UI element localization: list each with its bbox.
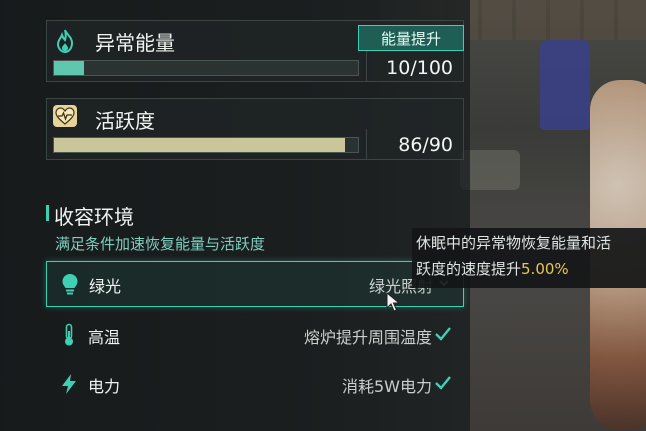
lightning-icon [58, 373, 80, 395]
containment-description: 满足条件加速恢复能量与活跃度 [55, 235, 266, 253]
condition-row-power[interactable]: 电力 消耗5W电力 [46, 362, 462, 406]
lightbulb-icon [59, 273, 81, 295]
anomaly-energy-title: 异常能量 [95, 31, 175, 55]
condition-label: 绿光 [89, 277, 122, 296]
energy-boost-button[interactable]: 能量提升 [358, 25, 464, 51]
tooltip-line-2-text: 跃度的速度提升 [416, 260, 522, 278]
tooltip-speed-value: 5.00% [521, 260, 569, 278]
condition-status: 熔炉提升周围温度 [303, 328, 432, 347]
effect-tooltip: 休眠中的异常物恢复能量和活 跃度的速度提升5.00% [412, 228, 646, 288]
scene-blue-vase [540, 40, 590, 130]
activity-value: 86/90 [398, 134, 453, 156]
anomaly-energy-bar [53, 60, 359, 76]
tooltip-line-1: 休眠中的异常物恢复能量和活 [416, 234, 612, 252]
anomaly-energy-card: 异常能量 能量提升 10/100 [46, 20, 464, 82]
anomaly-energy-value: 10/100 [386, 57, 453, 79]
heartbeat-icon [53, 105, 77, 127]
condition-label: 高温 [88, 328, 121, 347]
containment-title: 收容环境 [54, 205, 134, 229]
tooltip-line-2: 跃度的速度提升5.00% [416, 256, 646, 282]
flame-icon [53, 29, 77, 53]
condition-status: 消耗5W电力 [341, 377, 432, 396]
mouse-cursor-icon [386, 291, 402, 316]
condition-row-high-temp[interactable]: 高温 熔炉提升周围温度 [46, 313, 462, 357]
check-icon [434, 325, 452, 343]
check-icon [434, 374, 452, 392]
anomaly-energy-bar-fill [54, 61, 85, 75]
activity-card: 活跃度 86/90 [46, 98, 464, 160]
section-accent-mark [46, 205, 49, 221]
activity-title: 活跃度 [95, 109, 155, 133]
activity-bar [53, 137, 359, 153]
condition-label: 电力 [88, 377, 121, 396]
activity-bar-fill [54, 138, 345, 152]
thermometer-icon [58, 323, 80, 346]
